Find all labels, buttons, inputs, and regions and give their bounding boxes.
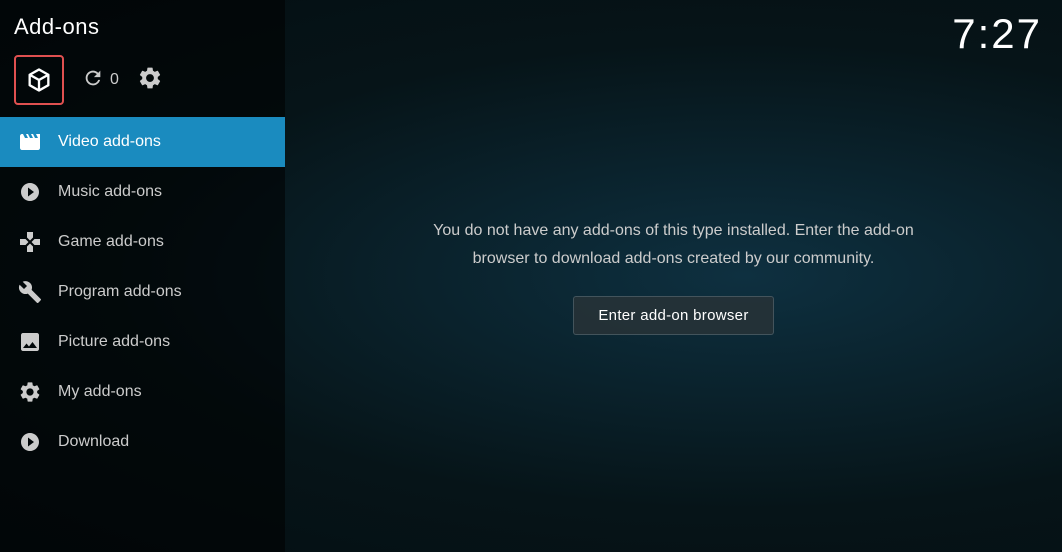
- sidebar-item-game-label: Game add-ons: [58, 233, 164, 251]
- sidebar-item-video-label: Video add-ons: [58, 133, 161, 151]
- sidebar-item-game[interactable]: Game add-ons: [0, 217, 285, 267]
- page-title: Add-ons: [14, 14, 99, 40]
- addon-box-icon[interactable]: [14, 55, 64, 105]
- sidebar: Add-ons 7:27 0: [0, 0, 285, 552]
- sidebar-item-music[interactable]: Music add-ons: [0, 167, 285, 217]
- video-icon: [18, 130, 42, 154]
- sidebar-item-video[interactable]: Video add-ons: [0, 117, 285, 167]
- sidebar-item-picture[interactable]: Picture add-ons: [0, 317, 285, 367]
- refresh-count: 0: [110, 71, 119, 89]
- settings-icon[interactable]: [137, 65, 163, 96]
- enter-addon-browser-button[interactable]: Enter add-on browser: [573, 296, 773, 335]
- sidebar-item-download[interactable]: Download: [0, 417, 285, 467]
- program-icon: [18, 280, 42, 304]
- refresh-icon: [82, 67, 104, 94]
- game-icon: [18, 230, 42, 254]
- refresh-area[interactable]: 0: [82, 67, 119, 94]
- picture-icon: [18, 330, 42, 354]
- nav-list: Video add-ons Music add-ons Game add-ons: [0, 117, 285, 552]
- time-display: 7:27: [952, 10, 1042, 58]
- download-icon: [18, 430, 42, 454]
- music-icon: [18, 180, 42, 204]
- sidebar-item-myaddon[interactable]: My add-ons: [0, 367, 285, 417]
- sidebar-item-program[interactable]: Program add-ons: [0, 267, 285, 317]
- main-content: You do not have any add-ons of this type…: [285, 0, 1062, 552]
- sidebar-item-picture-label: Picture add-ons: [58, 333, 170, 351]
- sidebar-item-myaddon-label: My add-ons: [58, 383, 142, 401]
- empty-message: You do not have any add-ons of this type…: [424, 217, 924, 271]
- sidebar-item-music-label: Music add-ons: [58, 183, 162, 201]
- sidebar-item-download-label: Download: [58, 433, 129, 451]
- sidebar-item-program-label: Program add-ons: [58, 283, 182, 301]
- myaddon-icon: [18, 380, 42, 404]
